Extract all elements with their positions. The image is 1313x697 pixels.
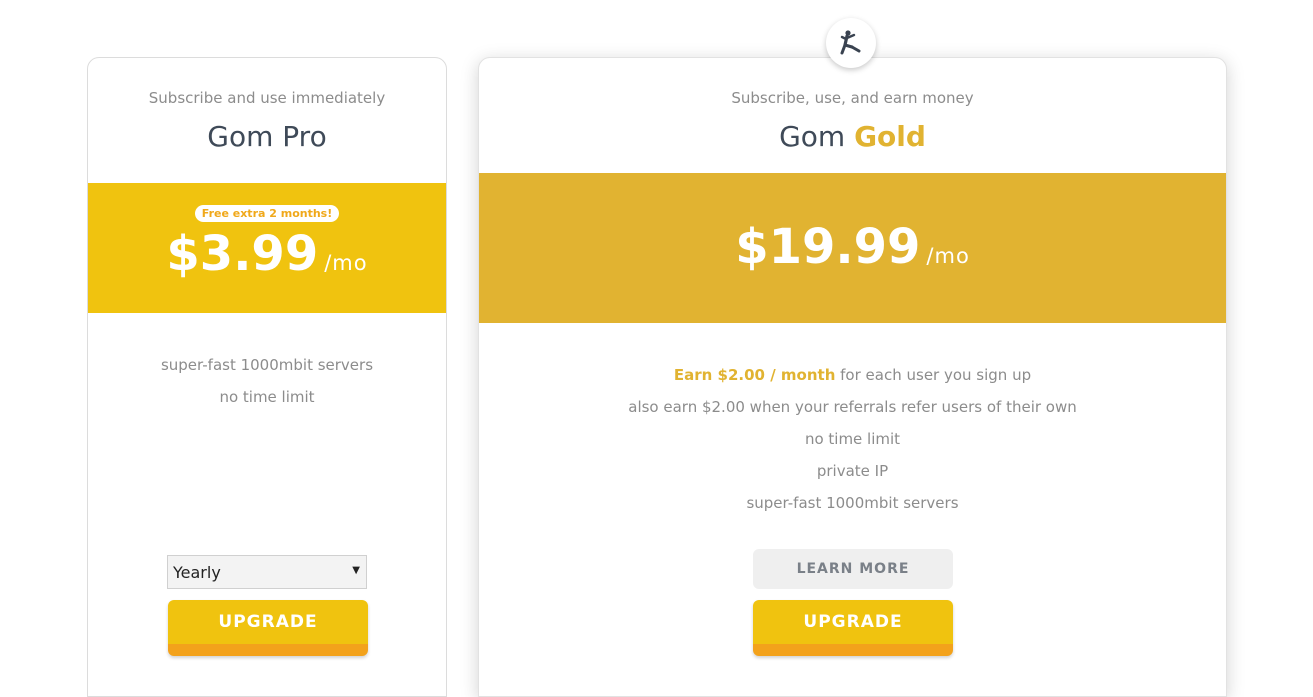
gold-plan-name: Gom Gold: [479, 120, 1226, 153]
gold-price-period: /mo: [926, 244, 970, 268]
pro-plan-name: Gom Pro: [207, 120, 327, 153]
brand-logo: [826, 18, 876, 68]
dropdown-arrow-icon: ▼: [352, 565, 360, 576]
pro-plan-card: Subscribe and use immediately Gom Pro Fr…: [87, 57, 447, 697]
pro-price: $3.99/mo: [88, 226, 446, 282]
billing-period-select[interactable]: Yearly ▼: [167, 555, 367, 589]
pro-plan-subtitle: Subscribe and use immediately: [148, 89, 386, 107]
pro-feature-list: super-fast 1000mbit servers no time limi…: [88, 349, 446, 413]
earn-highlight: Earn $2.00 / month: [673, 366, 836, 384]
billing-period-value: Yearly: [173, 563, 221, 582]
pro-price-band: Free extra 2 months! $3.99/mo: [88, 183, 446, 313]
gold-plan-name-highlight: Gold: [854, 120, 926, 153]
pro-price-period: /mo: [324, 251, 368, 275]
gold-plan-card: Subscribe, use, and earn money Gom Gold …: [478, 57, 1227, 697]
pro-feature-item: no time limit: [219, 388, 315, 406]
gold-plan-name-prefix: Gom: [779, 120, 846, 153]
earn-rest: for each user you sign up: [840, 366, 1032, 384]
gold-price-band: $19.99/mo: [479, 173, 1226, 323]
free-months-badge: Free extra 2 months!: [194, 205, 340, 222]
pro-upgrade-button[interactable]: UPGRADE: [168, 600, 368, 656]
gold-feature-item: super-fast 1000mbit servers: [746, 494, 959, 512]
learn-more-button[interactable]: LEARN MORE: [753, 549, 953, 589]
gold-feature-list: Earn $2.00 / month for each user you sig…: [479, 359, 1226, 519]
jumping-figure-icon: [840, 30, 861, 55]
gold-feature-item: Earn $2.00 / month for each user you sig…: [479, 359, 1226, 391]
pro-price-amount: $3.99: [166, 226, 319, 282]
gold-price: $19.99/mo: [479, 219, 1226, 275]
gold-plan-subtitle: Subscribe, use, and earn money: [731, 89, 974, 107]
gold-feature-item: no time limit: [804, 430, 901, 448]
pro-feature-item: super-fast 1000mbit servers: [160, 356, 374, 374]
gold-feature-item: also earn $2.00 when your referrals refe…: [628, 398, 1077, 416]
gold-feature-item: private IP: [816, 462, 889, 480]
gold-price-amount: $19.99: [735, 219, 921, 275]
gold-upgrade-button[interactable]: UPGRADE: [753, 600, 953, 656]
